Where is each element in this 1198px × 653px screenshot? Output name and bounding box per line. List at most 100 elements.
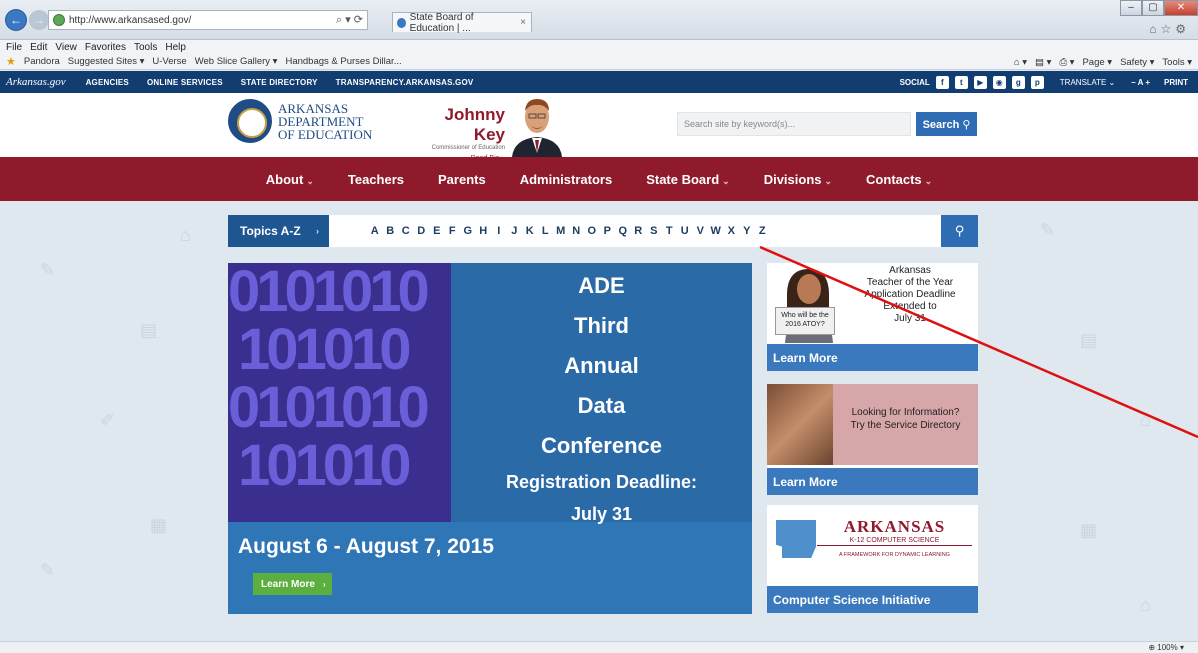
browser-tab[interactable]: State Board of Education | ... × (392, 11, 532, 34)
favorites-star-icon[interactable]: ★ (6, 55, 16, 68)
topics-search-icon[interactable]: ⚲ (941, 215, 978, 247)
nav-administrators[interactable]: Administrators (520, 172, 612, 187)
topic-letter[interactable]: F (445, 225, 461, 237)
gov-link-state-directory[interactable]: STATE DIRECTORY (241, 78, 318, 87)
service-learn-more[interactable]: Learn More (767, 468, 978, 495)
hero-banner[interactable]: 0101010 101010 0101010 101010 ADE Third … (228, 263, 752, 614)
topic-letter[interactable]: L (538, 225, 554, 237)
fav-uverse[interactable]: U-Verse (152, 56, 186, 67)
site-search-button[interactable]: Search ⚲ (916, 112, 977, 136)
tab-close-icon[interactable]: × (520, 17, 526, 28)
topic-letter[interactable]: V (693, 225, 709, 237)
commissioner-block: Johnny Key Commissioner of Education Rea… (425, 105, 505, 162)
feeds-icon[interactable]: ▤ ▾ (1035, 57, 1051, 68)
site-search-input[interactable]: Search site by keyword(s)... (677, 112, 911, 136)
topic-letter[interactable]: U (677, 225, 693, 237)
topic-letter[interactable]: D (414, 225, 430, 237)
topic-letter[interactable]: X (724, 225, 740, 237)
nav-contacts[interactable]: Contacts ⌄ (866, 172, 932, 187)
gov-link-online-services[interactable]: ONLINE SERVICES (147, 78, 223, 87)
topic-letter[interactable]: E (429, 225, 445, 237)
home-icon[interactable]: ⌂ ▾ (1014, 57, 1027, 68)
window-controls: – ▢ ✕ (1120, 0, 1198, 16)
minimize-button[interactable]: – (1120, 0, 1142, 16)
pinterest-icon[interactable]: p (1030, 75, 1044, 89)
nav-parents[interactable]: Parents (438, 172, 486, 187)
fav-pandora[interactable]: Pandora (24, 56, 60, 67)
tab-favicon (397, 17, 406, 28)
topic-letter[interactable]: I (491, 225, 507, 237)
topic-letter[interactable]: T (662, 225, 678, 237)
nav-about[interactable]: About ⌄ (266, 172, 314, 187)
maximize-button[interactable]: ▢ (1142, 0, 1164, 16)
gov-bar-right: SOCIAL f t ▶ ◉ g p TRANSLATE ⌄ – A + PRI… (900, 71, 1188, 93)
hero-learn-more-button[interactable]: Learn More › (253, 573, 332, 595)
menu-help[interactable]: Help (165, 42, 186, 53)
topic-letter[interactable]: Q (615, 225, 631, 237)
computer-science-card[interactable]: ARKANSAS K-12 COMPUTER SCIENCE A FRAMEWO… (767, 505, 978, 613)
zoom-level[interactable]: ⊕ 100% ▾ (1148, 643, 1184, 652)
back-button[interactable]: ← (6, 10, 26, 30)
topic-letter[interactable]: S (646, 225, 662, 237)
topic-letter[interactable]: J (507, 225, 523, 237)
cmd-tools[interactable]: Tools ▾ (1162, 57, 1192, 68)
googleplus-icon[interactable]: g (1011, 75, 1025, 89)
instagram-icon[interactable]: ◉ (992, 75, 1006, 89)
background-doodle-icon: ⌂ (1140, 595, 1151, 615)
topic-letter[interactable]: B (383, 225, 399, 237)
menu-edit[interactable]: Edit (30, 42, 47, 53)
gov-link-transparency[interactable]: TRANSPARENCY.ARKANSAS.GOV (336, 78, 474, 87)
topic-letter[interactable]: P (600, 225, 616, 237)
topic-letter[interactable]: W (708, 225, 724, 237)
topic-letter[interactable]: M (553, 225, 569, 237)
toty-learn-more[interactable]: Learn More (767, 344, 978, 371)
arkansas-gov-logo[interactable]: Arkansas.gov (6, 76, 66, 88)
topic-letter[interactable]: Z (755, 225, 771, 237)
cmd-page[interactable]: Page ▾ (1082, 57, 1112, 68)
address-bar[interactable]: http://www.arkansased.gov/ ⌕ ▾ ⟳ (48, 10, 368, 30)
print-icon[interactable]: ⎙ ▾ (1059, 57, 1074, 68)
browser-toolbar-icons[interactable]: ⌂☆⚙ (1149, 22, 1190, 36)
topic-letter[interactable]: O (584, 225, 600, 237)
fav-suggested-sites[interactable]: Suggested Sites ▾ (68, 56, 145, 67)
ade-logo[interactable]: ARKANSAS DEPARTMENT OF EDUCATION (228, 99, 372, 143)
topic-letter[interactable]: Y (739, 225, 755, 237)
menu-tools[interactable]: Tools (134, 42, 157, 53)
topic-letter[interactable]: G (460, 225, 476, 237)
facebook-icon[interactable]: f (935, 75, 949, 89)
topic-letter[interactable]: C (398, 225, 414, 237)
gov-link-agencies[interactable]: AGENCIES (86, 78, 129, 87)
topics-az-label[interactable]: Topics A-Z › (228, 215, 329, 247)
nav-divisions[interactable]: Divisions ⌄ (764, 172, 832, 187)
forward-button[interactable]: → (29, 10, 49, 30)
topic-letter[interactable]: A (367, 225, 383, 237)
chevron-down-icon: ⌄ (306, 175, 314, 186)
font-size-control[interactable]: – A + (1131, 78, 1150, 87)
cmd-safety[interactable]: Safety ▾ (1120, 57, 1154, 68)
hero-line-5: Conference (540, 433, 663, 458)
topic-letter[interactable]: R (631, 225, 647, 237)
menu-bar: File Edit View Favorites Tools Help (0, 40, 1198, 54)
twitter-icon[interactable]: t (954, 75, 968, 89)
menu-file[interactable]: File (6, 42, 22, 53)
topic-letter[interactable]: K (522, 225, 538, 237)
topic-letter[interactable]: H (476, 225, 492, 237)
close-button[interactable]: ✕ (1164, 0, 1198, 16)
fav-handbags[interactable]: Handbags & Purses Dillar... (285, 56, 401, 67)
youtube-icon[interactable]: ▶ (973, 75, 987, 89)
service-directory-card[interactable]: Looking for Information? Try the Service… (767, 384, 978, 495)
address-controls[interactable]: ⌕ ▾ ⟳ (336, 13, 363, 27)
hero-dates: August 6 - August 7, 2015 (238, 535, 494, 558)
nav-teachers[interactable]: Teachers (348, 172, 404, 187)
translate-dropdown[interactable]: TRANSLATE ⌄ (1060, 78, 1115, 87)
toty-card[interactable]: Who will be the 2016 ATOY? Arkansas Teac… (767, 263, 978, 371)
chevron-down-icon: ⌄ (924, 175, 933, 186)
nav-state-board[interactable]: State Board ⌄ (646, 172, 730, 187)
menu-view[interactable]: View (55, 42, 77, 53)
tab-title: State Board of Education | ... (409, 11, 474, 34)
print-link[interactable]: PRINT (1164, 78, 1188, 87)
fav-web-slice[interactable]: Web Slice Gallery ▾ (195, 56, 278, 67)
topic-letter[interactable]: N (569, 225, 585, 237)
cs-initiative-link[interactable]: Computer Science Initiative (767, 586, 978, 613)
menu-favorites[interactable]: Favorites (85, 42, 126, 53)
